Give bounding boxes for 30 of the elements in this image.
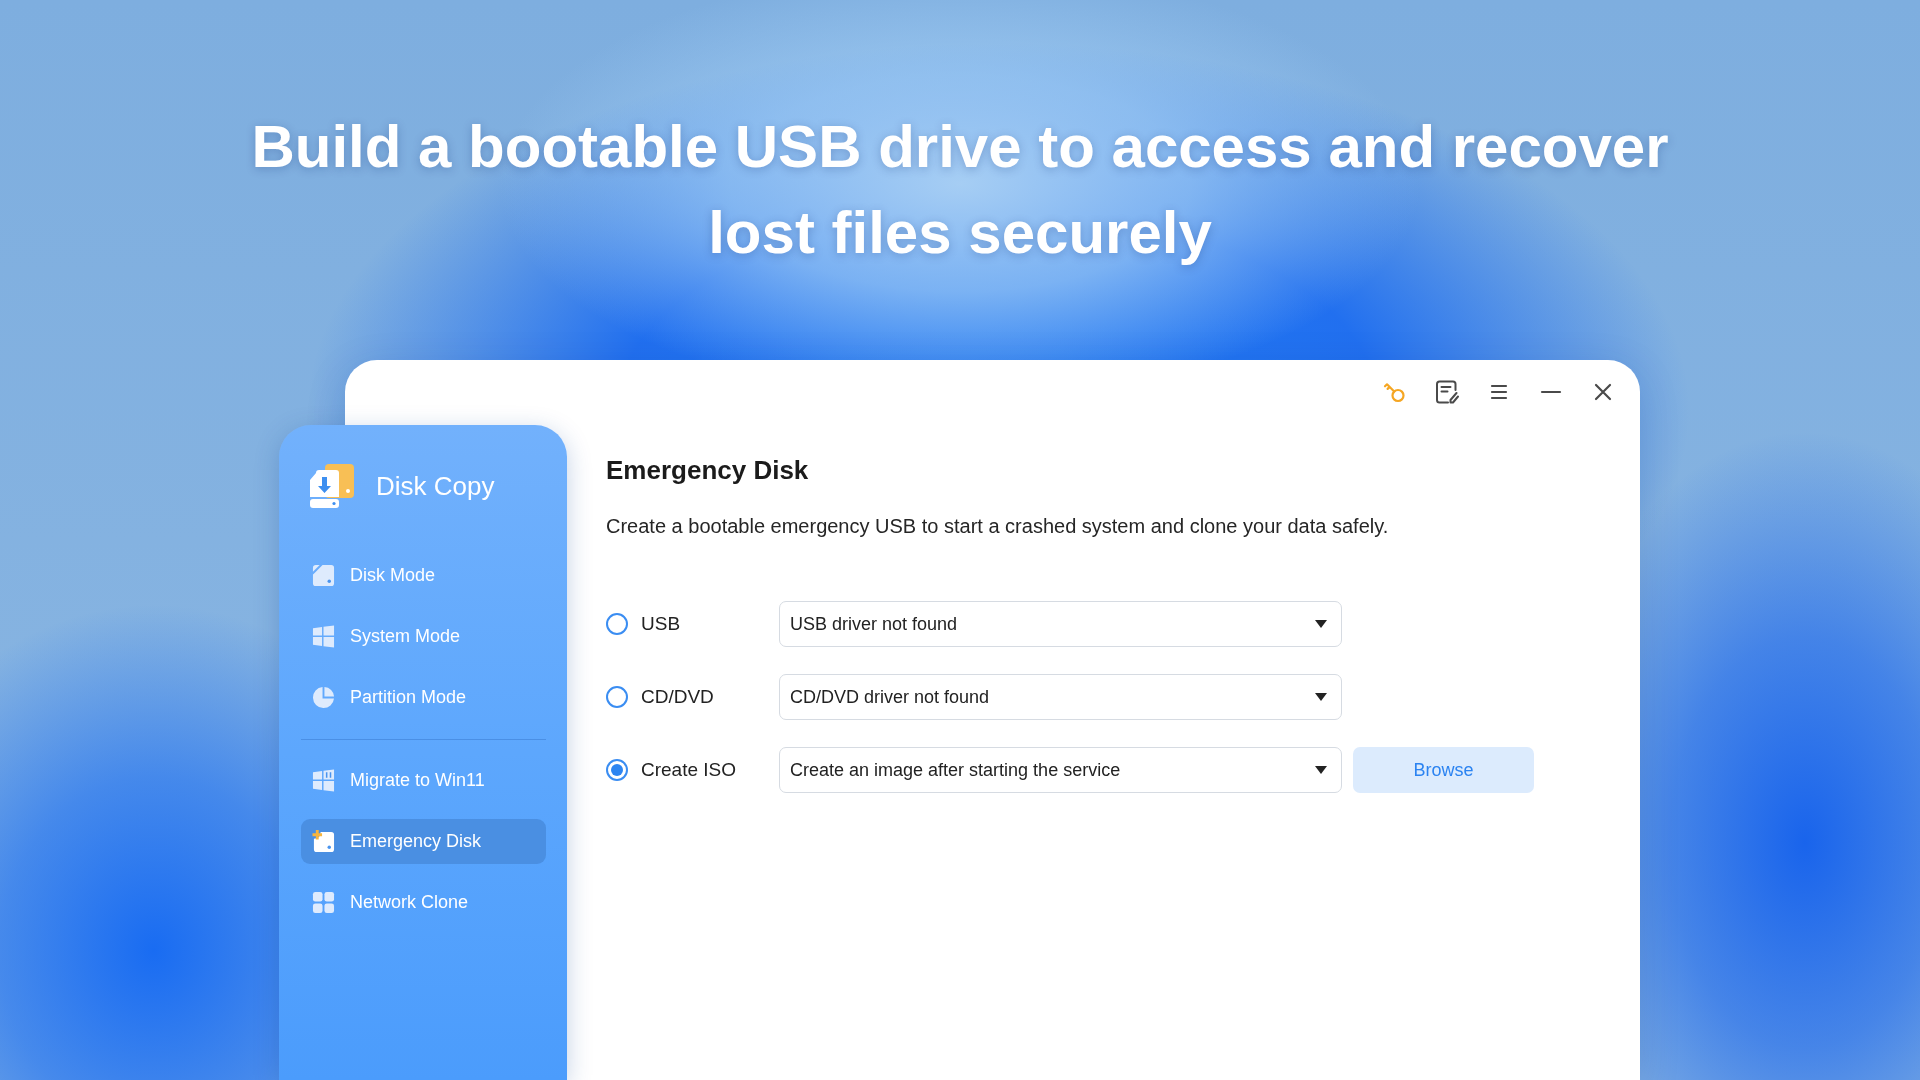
radio-button[interactable] <box>606 686 628 708</box>
caret-icon <box>1315 620 1327 628</box>
sidebar-item[interactable]: Partition Mode <box>301 675 546 720</box>
section-title: Emergency Disk <box>606 454 809 487</box>
sidebar-item[interactable]: Disk Mode <box>301 553 546 598</box>
sidebar-item[interactable]: Emergency Disk <box>301 819 546 864</box>
section-description: Create a bootable emergency USB to start a crashed system and clone your data safely. <box>606 514 1389 539</box>
option-label[interactable]: USB <box>641 613 681 635</box>
note-edit-icon[interactable] <box>1435 380 1459 404</box>
browse-button[interactable]: Browse <box>1353 747 1534 793</box>
sidebar-item[interactable]: System Mode <box>301 614 546 659</box>
dropdown[interactable]: USB driver not found <box>779 601 1342 647</box>
drive-logo-icon <box>309 463 355 509</box>
pie-chart-icon <box>312 686 335 709</box>
option-label[interactable]: CD/DVD <box>641 686 714 708</box>
dropdown[interactable]: CD/DVD driver not found <box>779 674 1342 720</box>
sidebar-item[interactable]: Network Clone <box>301 880 546 925</box>
headline: Build a bootable USB drive to access and recover lost files securely <box>250 112 1670 268</box>
option-label[interactable]: Create ISO <box>641 759 737 781</box>
windows-icon <box>312 769 335 792</box>
dropdown[interactable]: Create an image after starting the service <box>779 747 1342 793</box>
radio-button[interactable] <box>606 759 628 781</box>
caret-icon <box>1315 693 1327 701</box>
grid-icon <box>312 891 335 914</box>
radio-button[interactable] <box>606 613 628 635</box>
sidebar-item[interactable]: Migrate to Win11 <box>301 758 546 803</box>
disk-plus-icon <box>312 830 335 853</box>
windows-icon <box>312 625 335 648</box>
app-name: Disk Copy <box>376 470 495 502</box>
caret-icon <box>1315 766 1327 774</box>
